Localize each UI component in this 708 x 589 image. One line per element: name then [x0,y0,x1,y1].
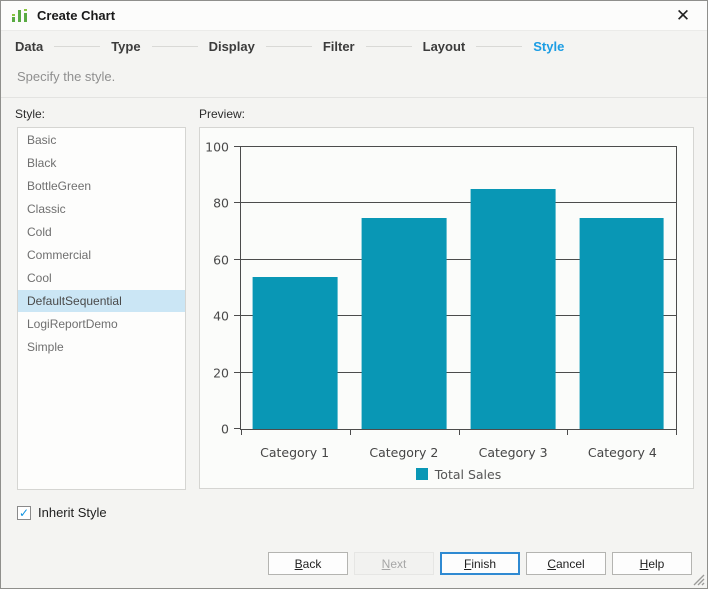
style-item-bottlegreen[interactable]: BottleGreen [18,175,185,197]
x-tick [350,429,351,435]
close-icon[interactable]: ✕ [669,4,697,28]
bar-category-4 [579,218,664,430]
finish-button[interactable]: Finish [440,552,520,575]
style-item-cold[interactable]: Cold [18,221,185,243]
create-chart-dialog: Create Chart ✕ Data Type Display Filter Layo… [0,0,708,589]
back-button[interactable]: Back [268,552,348,575]
resize-grip-icon[interactable] [691,572,705,586]
x-axis-label: Category 1 [240,445,349,460]
legend-label: Total Sales [435,467,501,482]
wizard-steps: Data Type Display Filter Layout Style [1,31,707,61]
bar-column [241,147,350,429]
bar-category-1 [253,277,338,429]
bar-category-3 [470,189,555,429]
step-connector [266,46,312,47]
style-item-cool[interactable]: Cool [18,267,185,289]
button-bar: Back Next Finish Cancel Help [268,552,692,575]
help-button[interactable]: Help [612,552,692,575]
preview-label: Preview: [199,107,245,121]
plot-area: 020406080100 [240,146,677,430]
wizard-step-layout[interactable]: Layout [423,39,466,54]
style-item-basic[interactable]: Basic [18,129,185,151]
chart-preview: 020406080100 Category 1Category 2Categor… [199,127,694,489]
y-tick-label: 40 [213,309,229,324]
x-axis-label: Category 3 [459,445,568,460]
y-tick [234,202,241,203]
step-connector [54,46,100,47]
bar-category-2 [362,218,447,430]
style-list[interactable]: BasicBlackBottleGreenClassicColdCommerci… [17,127,186,490]
y-tick-label: 60 [213,252,229,267]
separator [1,97,707,98]
style-item-simple[interactable]: Simple [18,336,185,358]
wizard-step-type[interactable]: Type [111,39,140,54]
style-item-defaultsequential[interactable]: DefaultSequential [18,290,185,312]
wizard-step-style[interactable]: Style [533,39,564,54]
window-title: Create Chart [37,8,115,23]
step-connector [476,46,522,47]
x-axis-label: Category 4 [568,445,677,460]
y-tick [234,259,241,260]
style-item-classic[interactable]: Classic [18,198,185,220]
next-button[interactable]: Next [354,552,434,575]
x-tick [676,429,677,435]
y-tick [234,315,241,316]
y-tick [234,372,241,373]
inherit-style-label: Inherit Style [38,505,107,520]
style-item-logireportdemo[interactable]: LogiReportDemo [18,313,185,335]
wizard-step-display[interactable]: Display [209,39,255,54]
cancel-button[interactable]: Cancel [526,552,606,575]
x-tick [459,429,460,435]
step-connector [366,46,412,47]
chart-app-icon [11,8,29,24]
wizard-step-data[interactable]: Data [15,39,43,54]
y-tick-label: 0 [221,422,229,437]
y-tick [234,428,241,429]
x-axis-labels: Category 1Category 2Category 3Category 4 [240,442,677,462]
y-tick-label: 100 [205,140,229,155]
step-connector [152,46,198,47]
y-tick-label: 20 [213,365,229,380]
legend-swatch [416,468,428,480]
bar-column [350,147,459,429]
chart-legend: Total Sales [240,464,677,484]
x-tick [241,429,242,435]
style-item-black[interactable]: Black [18,152,185,174]
style-item-commercial[interactable]: Commercial [18,244,185,266]
bar-column [567,147,676,429]
bar-column [459,147,568,429]
wizard-step-filter[interactable]: Filter [323,39,355,54]
step-description: Specify the style. [17,69,115,84]
x-axis-label: Category 2 [349,445,458,460]
y-tick [234,146,241,147]
inherit-style-row: ✓ Inherit Style [17,505,107,520]
style-list-label: Style: [15,107,45,121]
inherit-style-checkbox[interactable]: ✓ [17,506,31,520]
title-bar: Create Chart ✕ [1,1,707,31]
y-tick-label: 80 [213,196,229,211]
x-tick [567,429,568,435]
bar-chart: 020406080100 Category 1Category 2Categor… [200,128,693,488]
